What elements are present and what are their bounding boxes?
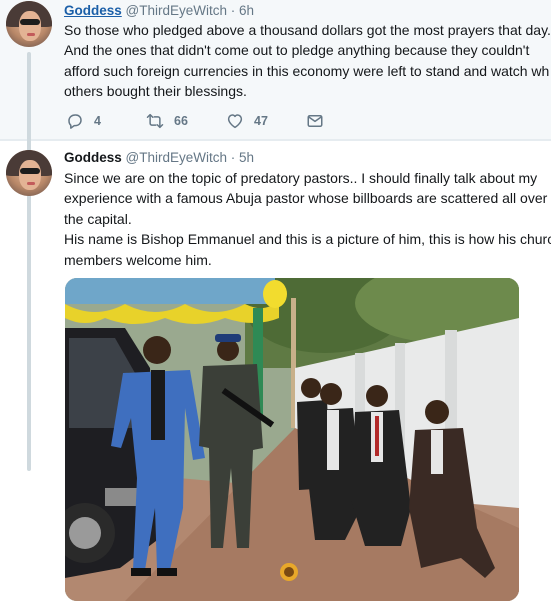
tweet-text-line: So those who pledged above a thousand do… [64, 22, 551, 38]
author-handle[interactable]: @ThirdEyeWitch [126, 150, 227, 165]
envelope-icon [307, 115, 323, 127]
tweet-text-line: others bought their blessings. [64, 83, 247, 100]
tweet-text-line: the capital. [64, 210, 132, 227]
heart-icon [227, 114, 243, 129]
tweet-text-line: experience with a famous Abuja pastor wh… [64, 190, 548, 207]
retweet-count: 66 [174, 114, 188, 128]
retweet-button[interactable]: 66 [146, 111, 188, 131]
tweet-text: Since we are on the topic of predatory p… [64, 168, 551, 270]
reply-icon [68, 114, 82, 129]
separator: · [230, 150, 236, 165]
direct-message-button[interactable] [306, 111, 334, 131]
tweet-time[interactable]: 5h [239, 150, 254, 165]
tweet-photo[interactable] [65, 278, 519, 601]
author-name[interactable]: Goddess [64, 150, 122, 165]
author-name[interactable]: Goddess [64, 3, 122, 18]
author-handle[interactable]: @ThirdEyeWitch [126, 3, 227, 18]
reply-button[interactable]: 4 [66, 111, 101, 131]
avatar[interactable] [6, 1, 52, 47]
tweet-text-line: And the ones that didn't come out to ple… [64, 42, 530, 59]
tweet-actions: 4 66 47 [66, 111, 366, 131]
thread-connector [27, 54, 31, 471]
tweet-text-line: Since we are on the topic of predatory p… [64, 170, 538, 186]
tweet-text: So those who pledged above a thousand do… [64, 20, 551, 102]
tweet-header: Goddess @ThirdEyeWitch · 5h [64, 149, 254, 166]
avatar[interactable] [6, 150, 52, 196]
retweet-icon [146, 113, 164, 129]
tweet-text-line: His name is Bishop Emmanuel and this is … [64, 231, 551, 248]
like-count: 47 [254, 114, 268, 128]
tweet-time[interactable]: 6h [239, 3, 254, 18]
separator: · [230, 3, 236, 18]
tweet-text-line: afford such foreign currencies in this e… [64, 62, 550, 79]
reply-count: 4 [94, 114, 101, 128]
photo-illustration [65, 278, 519, 601]
like-button[interactable]: 47 [226, 111, 268, 131]
tweet-text-line: members welcome him. [64, 251, 212, 268]
tweet-header: Goddess @ThirdEyeWitch · 6h [64, 2, 254, 19]
